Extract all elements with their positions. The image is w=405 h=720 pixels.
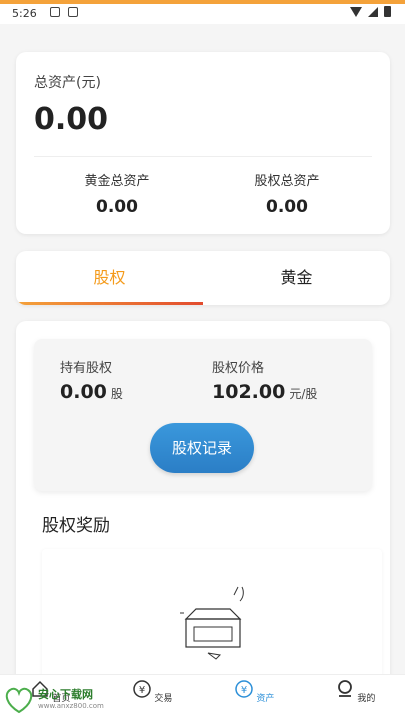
watermark-logo	[5, 687, 33, 714]
notification-icon	[50, 7, 60, 17]
equity-assets-label: 股权总资产	[254, 174, 320, 189]
price-unit: 元/股	[289, 387, 318, 401]
nav-assets[interactable]: ¥ 资产	[224, 679, 284, 704]
gold-assets-label: 黄金总资产	[84, 174, 150, 189]
equity-assets-value: 0.00	[266, 197, 308, 217]
holding-label: 持有股权	[60, 361, 113, 376]
svg-text:¥: ¥	[138, 685, 144, 696]
price-value: 102.00	[212, 381, 286, 403]
nav-trade[interactable]: ¥ 交易	[122, 679, 182, 704]
holding-unit: 股	[110, 387, 123, 401]
active-tab-indicator	[16, 302, 203, 305]
equity-record-button[interactable]: 股权记录	[150, 423, 254, 473]
price-label: 股权价格	[212, 361, 265, 376]
watermark-title: 安心下载网	[38, 688, 93, 701]
nav-mine[interactable]: 我的	[325, 679, 385, 704]
tab-gold[interactable]: 黄金	[203, 251, 390, 305]
holding-value: 0.00	[60, 381, 107, 403]
nav-assets-label: 资产	[256, 694, 275, 704]
total-assets-label: 总资产(元)	[34, 75, 101, 91]
yen-circle-icon: ¥	[234, 680, 253, 698]
total-assets-card: 总资产(元) 0.00 黄金总资产 0.00 股权总资产 0.00	[16, 52, 390, 234]
divider	[34, 156, 372, 157]
battery-icon	[384, 6, 391, 17]
status-bar: 5:26	[0, 4, 405, 24]
equity-summary-card: 持有股权 0.00 股 股权价格 102.00 元/股 股权记录	[34, 339, 372, 491]
gold-assets-value: 0.00	[96, 197, 138, 217]
empty-box-icon	[180, 586, 244, 660]
equity-assets: 股权总资产 0.00	[202, 170, 372, 217]
nav-mine-label: 我的	[357, 694, 376, 704]
gold-assets: 黄金总资产 0.00	[32, 170, 202, 217]
watermark-url: www.anxz800.com	[38, 702, 104, 710]
holding-amount: 0.00 股	[60, 381, 123, 403]
watermark: 安心下载网 www.anxz800.com	[2, 682, 112, 718]
yen-circle-icon: ¥	[132, 680, 151, 698]
equity-panel: 持有股权 0.00 股 股权价格 102.00 元/股 股权记录 股权奖励	[16, 321, 390, 720]
price-amount: 102.00 元/股	[212, 381, 317, 403]
total-assets-value: 0.00	[34, 102, 109, 137]
nav-trade-label: 交易	[154, 694, 173, 704]
user-icon	[337, 680, 352, 697]
status-time: 5:26	[12, 7, 37, 20]
signal-icon	[368, 6, 378, 17]
notification-icon	[68, 7, 78, 17]
wifi-icon	[350, 6, 362, 17]
asset-tabs: 股权 黄金	[16, 251, 390, 305]
svg-text:¥: ¥	[240, 685, 246, 696]
tab-equity[interactable]: 股权	[16, 251, 203, 305]
equity-reward-title: 股权奖励	[42, 516, 110, 536]
